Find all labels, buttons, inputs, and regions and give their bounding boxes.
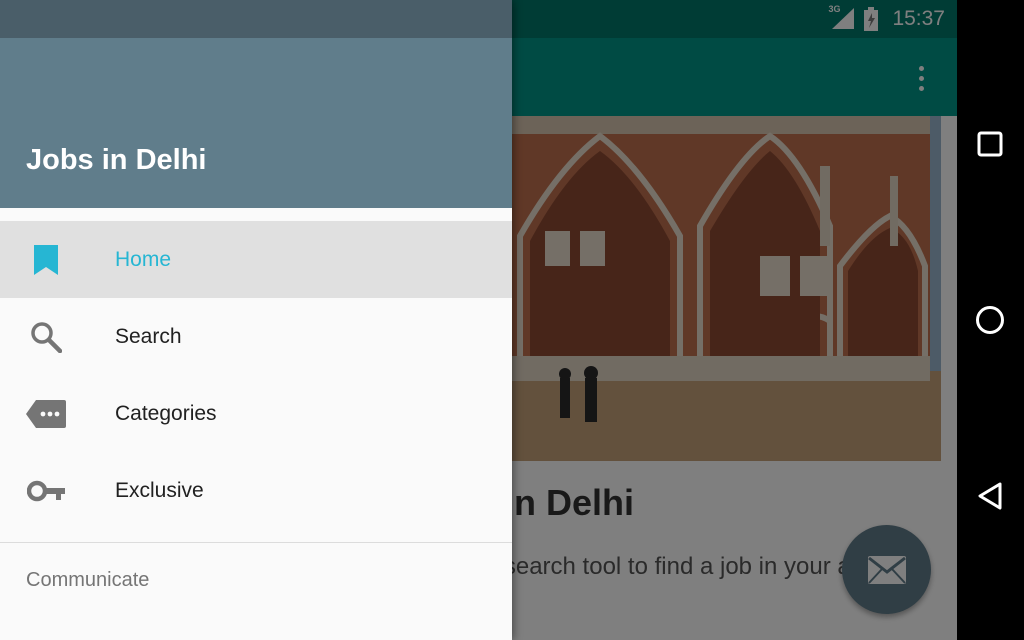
home-circle-icon (976, 306, 1004, 334)
recents-button[interactable] (968, 122, 1012, 166)
nav-label-search: Search (115, 324, 182, 348)
nav-item-categories[interactable]: Categories (0, 375, 512, 452)
drawer-status-bar (0, 0, 512, 38)
drawer-divider (0, 542, 512, 543)
back-icon (978, 482, 1002, 510)
nav-label-home: Home (115, 247, 172, 271)
system-navigation-bar (957, 0, 1024, 640)
nav-label-categories: Categories (115, 401, 217, 425)
drawer-header (0, 38, 512, 208)
section-header-communicate: Communicate (26, 569, 150, 591)
nav-item-home[interactable]: Home (0, 221, 512, 298)
drawer-title: Jobs in Delhi (26, 144, 207, 176)
navigation-drawer: Jobs in Delhi Home Search Categories Exc… (0, 0, 512, 640)
home-button[interactable] (968, 298, 1012, 342)
search-icon (26, 317, 66, 357)
recents-icon (977, 131, 1003, 157)
back-button[interactable] (968, 474, 1012, 518)
label-more-icon (26, 394, 66, 434)
key-icon (26, 471, 66, 511)
nav-item-search[interactable]: Search (0, 298, 512, 375)
bookmark-icon (26, 240, 66, 280)
nav-item-exclusive[interactable]: Exclusive (0, 452, 512, 529)
nav-label-exclusive: Exclusive (115, 478, 204, 502)
